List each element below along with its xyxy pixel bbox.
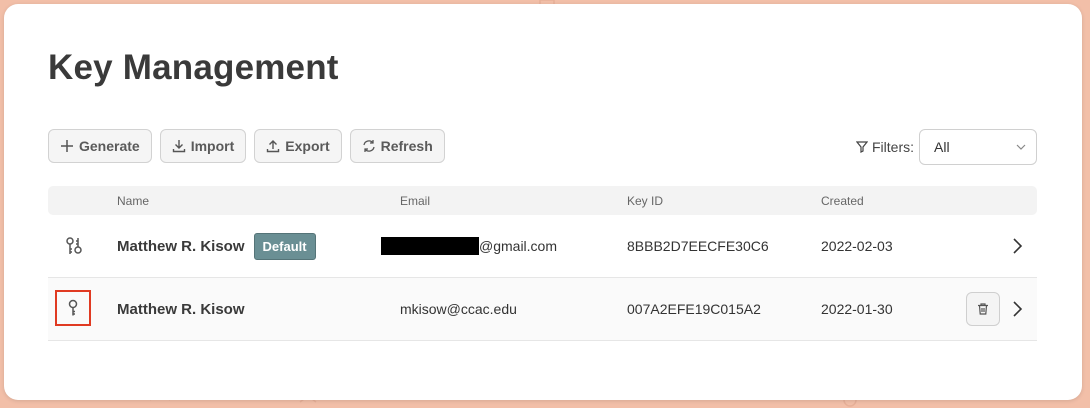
key-icon	[55, 290, 91, 326]
export-button[interactable]: Export	[254, 129, 342, 163]
key-id-cell: 007A2EFE19C015A2	[627, 301, 761, 317]
import-button-label: Import	[190, 138, 235, 154]
import-button[interactable]: Import	[159, 129, 247, 163]
plus-icon	[61, 140, 73, 152]
key-owner-name: Matthew R. Kisow	[117, 300, 245, 318]
created-cell: 2022-02-03	[821, 238, 893, 254]
filter-select[interactable]: All	[919, 129, 1037, 165]
toolbar: Generate Import Export Refresh	[48, 129, 445, 163]
refresh-button-label: Refresh	[380, 138, 433, 154]
column-header-email: Email	[400, 194, 431, 208]
redacted-email-block	[381, 237, 479, 255]
filters: Filters: All	[856, 129, 1037, 165]
email-cell: @gmail.com	[381, 215, 557, 277]
filter-icon	[856, 141, 868, 153]
email-cell: mkisow@ccac.edu	[400, 301, 517, 317]
export-button-label: Export	[285, 138, 330, 154]
trash-icon	[978, 303, 988, 315]
table-header: Name Email Key ID Created	[48, 186, 1037, 215]
keys-table: Name Email Key ID Created Matthew R. Kis…	[48, 186, 1037, 341]
chevron-right-icon[interactable]	[1010, 237, 1024, 255]
delete-button[interactable]	[966, 292, 1000, 326]
filters-label-group: Filters:	[856, 139, 914, 155]
column-header-name: Name	[117, 194, 150, 208]
table-row[interactable]: Matthew R. Kisow Default @gmail.com 8BBB…	[48, 215, 1037, 278]
download-icon	[172, 140, 185, 153]
filters-label: Filters:	[872, 139, 914, 155]
page-title: Key Management	[48, 48, 339, 87]
column-header-key-id: Key ID	[627, 194, 664, 208]
generate-button[interactable]: Generate	[48, 129, 152, 163]
column-header-created: Created	[821, 194, 864, 208]
name-cell: Matthew R. Kisow	[117, 278, 245, 340]
email-suffix: @gmail.com	[479, 238, 558, 254]
default-badge: Default	[253, 232, 316, 260]
refresh-button[interactable]: Refresh	[349, 129, 445, 163]
key-id-cell: 8BBB2D7EECFE30C6	[627, 238, 769, 254]
key-pair-icon	[63, 215, 85, 277]
created-cell: 2022-01-30	[821, 301, 893, 317]
filter-selected-value: All	[934, 139, 950, 155]
chevron-right-icon[interactable]	[1010, 300, 1024, 318]
chevron-down-icon	[1016, 144, 1026, 150]
generate-button-label: Generate	[79, 138, 140, 154]
refresh-icon	[362, 140, 375, 152]
upload-icon	[267, 140, 280, 153]
name-cell: Matthew R. Kisow Default	[117, 215, 316, 277]
table-row[interactable]: Matthew R. Kisow mkisow@ccac.edu 007A2EF…	[48, 278, 1037, 341]
key-owner-name: Matthew R. Kisow	[117, 237, 245, 255]
key-management-panel: Key Management Generate Import Export Re…	[4, 4, 1082, 400]
